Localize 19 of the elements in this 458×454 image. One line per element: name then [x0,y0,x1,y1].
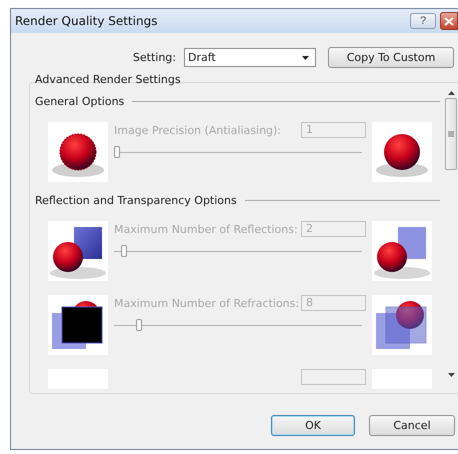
help-button[interactable]: ? [410,13,436,29]
caret-icon [302,56,309,60]
scrollbar-thumb[interactable] [445,98,457,170]
section-title: Reflection and Transparency Options [35,194,237,207]
ok-button[interactable]: OK [271,415,355,436]
scroll-down-icon[interactable] [448,373,454,377]
cancel-button[interactable]: Cancel [369,415,455,436]
window-title: Render Quality Settings [15,14,158,28]
group-title: Advanced Render Settings [34,73,182,86]
setting-label: Maximum Number of Refractions: [114,296,300,310]
setting-label: Maximum Number of Reflections: [114,222,298,236]
close-icon [444,16,454,26]
section-title: General Options [35,95,124,108]
setting-label: Image Precision (Antialiasing): [114,124,282,136]
scroll-up-icon[interactable] [448,91,454,95]
setting-dropdown[interactable]: Draft [184,48,316,67]
copy-to-custom-button[interactable]: Copy To Custom [328,47,454,68]
setting-label: Setting: [132,51,176,64]
close-button[interactable] [440,12,458,30]
